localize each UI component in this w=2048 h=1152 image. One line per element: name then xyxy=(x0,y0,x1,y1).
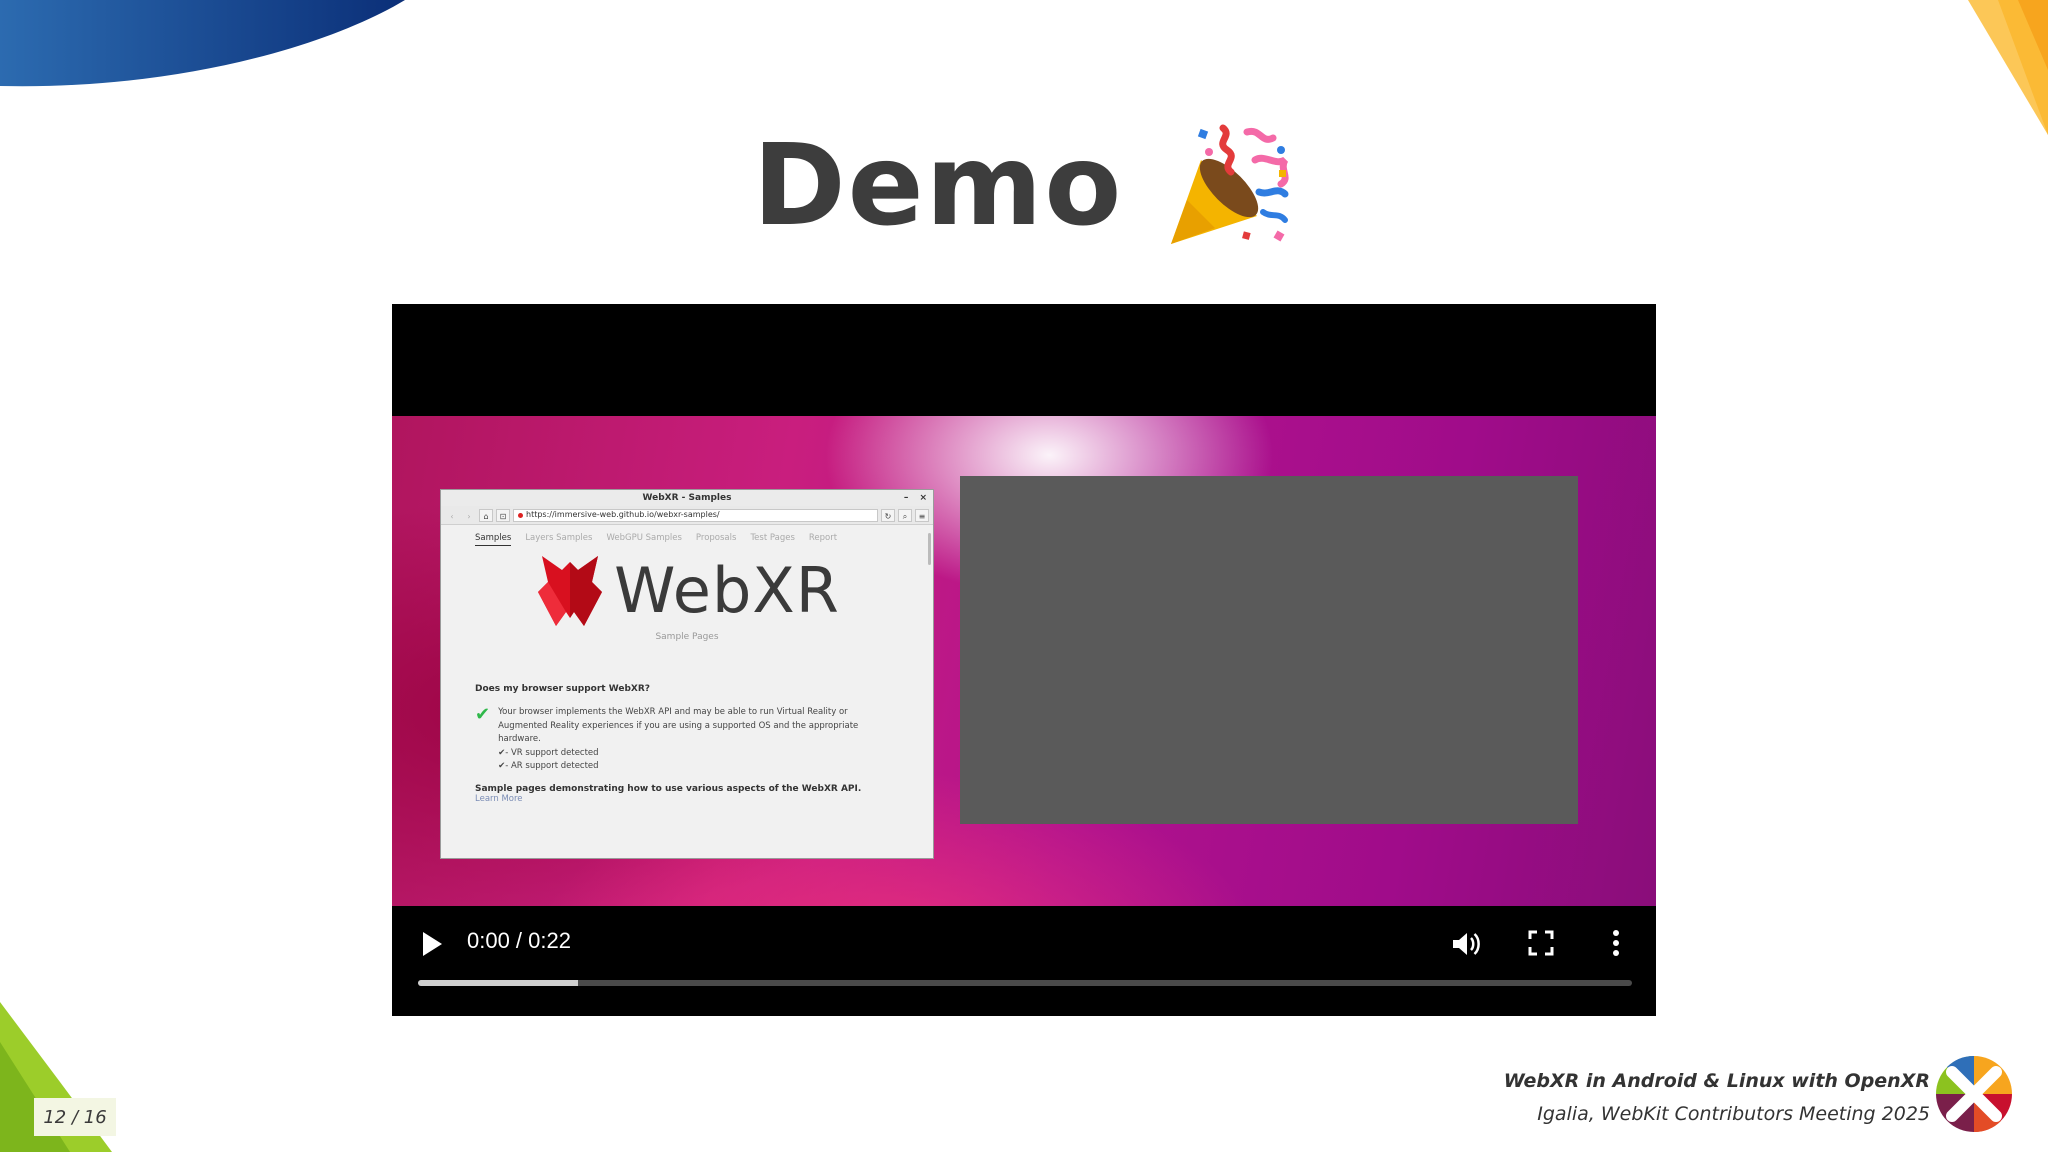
site-tab-layers-samples: Layers Samples xyxy=(525,533,593,543)
window-controls: – × xyxy=(896,490,927,506)
logo-subtitle: Sample Pages xyxy=(655,632,719,642)
search-icon: ⌕ xyxy=(898,508,912,522)
browser-scrollbar xyxy=(928,533,931,565)
support-question: Does my browser support WebXR? xyxy=(475,684,650,694)
title-row: Demo xyxy=(0,120,2048,252)
video-controls: 0:00 / 0:22 xyxy=(392,906,1656,1016)
site-tab-test-pages: Test Pages xyxy=(750,533,795,543)
menu-icon: ≡ xyxy=(915,508,929,522)
site-tab-report: Report xyxy=(808,533,838,543)
webxr-logo-icon xyxy=(538,556,603,626)
tabs-icon: ⊡ xyxy=(496,508,510,522)
minimize-icon: – xyxy=(903,493,909,503)
video-progress-fill xyxy=(418,980,579,986)
video-progress-bar[interactable] xyxy=(418,980,1632,986)
site-favicon-icon xyxy=(518,512,523,518)
vr-support-status: ✔- VR support detected xyxy=(498,747,599,758)
more-options-icon[interactable] xyxy=(1608,928,1624,958)
webxr-logo: WebXR xyxy=(441,552,933,630)
video-frame[interactable]: WebXR - Samples – × ‹ › ⌂ ⊡ https://imme… xyxy=(392,416,1656,906)
support-line: Augmented Reality experiences if you are… xyxy=(498,720,859,731)
browser-window: WebXR - Samples – × ‹ › ⌂ ⊡ https://imme… xyxy=(440,489,934,859)
page-separator: / xyxy=(71,1106,79,1128)
igalia-logo-icon xyxy=(1936,1055,2012,1133)
address-url: https://immersive-web.github.io/webxr-sa… xyxy=(526,510,720,519)
page-number: 12 / 16 xyxy=(34,1098,116,1136)
event-name: Igalia, WebKit Contributors Meeting 2025 xyxy=(1537,1103,1930,1125)
page-total: 16 xyxy=(83,1106,107,1128)
back-icon: ‹ xyxy=(450,511,454,521)
party-popper-icon xyxy=(1171,124,1289,244)
browser-window-title: WebXR - Samples xyxy=(642,493,732,503)
checkmark-icon: ✔ xyxy=(475,704,491,725)
talk-title: WebXR in Android & Linux with OpenXR xyxy=(1503,1070,1930,1092)
support-line: Your browser implements the WebXR API an… xyxy=(498,707,848,717)
gray-placeholder-window xyxy=(960,476,1578,824)
footer-info: WebXR in Android & Linux with OpenXR Iga… xyxy=(1504,1064,1930,1130)
webxr-logo-text: WebXR xyxy=(614,554,840,627)
site-tab-samples: Samples xyxy=(475,533,512,546)
browser-toolbar: ‹ › ⌂ ⊡ https://immersive-web.github.io/… xyxy=(441,506,933,525)
time-display: 0:00 / 0:22 xyxy=(467,928,571,953)
browser-titlebar: WebXR - Samples – × xyxy=(441,490,933,506)
page-current: 12 xyxy=(43,1106,67,1128)
site-tabs: Samples Layers Samples WebGPU Samples Pr… xyxy=(441,525,933,546)
forward-icon: › xyxy=(467,511,471,521)
sample-description: Sample pages demonstrating how to use va… xyxy=(475,783,862,794)
corner-decoration-orange xyxy=(1968,0,2048,135)
video-player[interactable]: WebXR - Samples – × ‹ › ⌂ ⊡ https://imme… xyxy=(392,304,1656,1016)
site-tab-proposals: Proposals xyxy=(695,533,737,543)
site-tab-webgpu-samples: WebGPU Samples xyxy=(606,533,682,543)
play-icon[interactable] xyxy=(420,930,444,958)
reload-icon: ↻ xyxy=(881,508,895,522)
support-text: Your browser implements the WebXR API an… xyxy=(498,706,858,774)
ar-support-status: ✔- AR support detected xyxy=(498,761,599,771)
support-block: ✔ Your browser implements the WebXR API … xyxy=(475,706,893,774)
learn-more-link: Learn More xyxy=(475,793,523,804)
slide-title: Demo xyxy=(752,121,1124,251)
browser-content: Samples Layers Samples WebGPU Samples Pr… xyxy=(441,525,933,859)
support-line: hardware. xyxy=(498,734,541,744)
volume-icon[interactable] xyxy=(1450,928,1482,960)
close-icon: × xyxy=(919,493,927,503)
fullscreen-icon[interactable] xyxy=(1528,930,1554,956)
home-icon: ⌂ xyxy=(479,508,493,522)
address-bar: https://immersive-web.github.io/webxr-sa… xyxy=(513,508,878,522)
corner-decoration-blue xyxy=(0,0,405,87)
